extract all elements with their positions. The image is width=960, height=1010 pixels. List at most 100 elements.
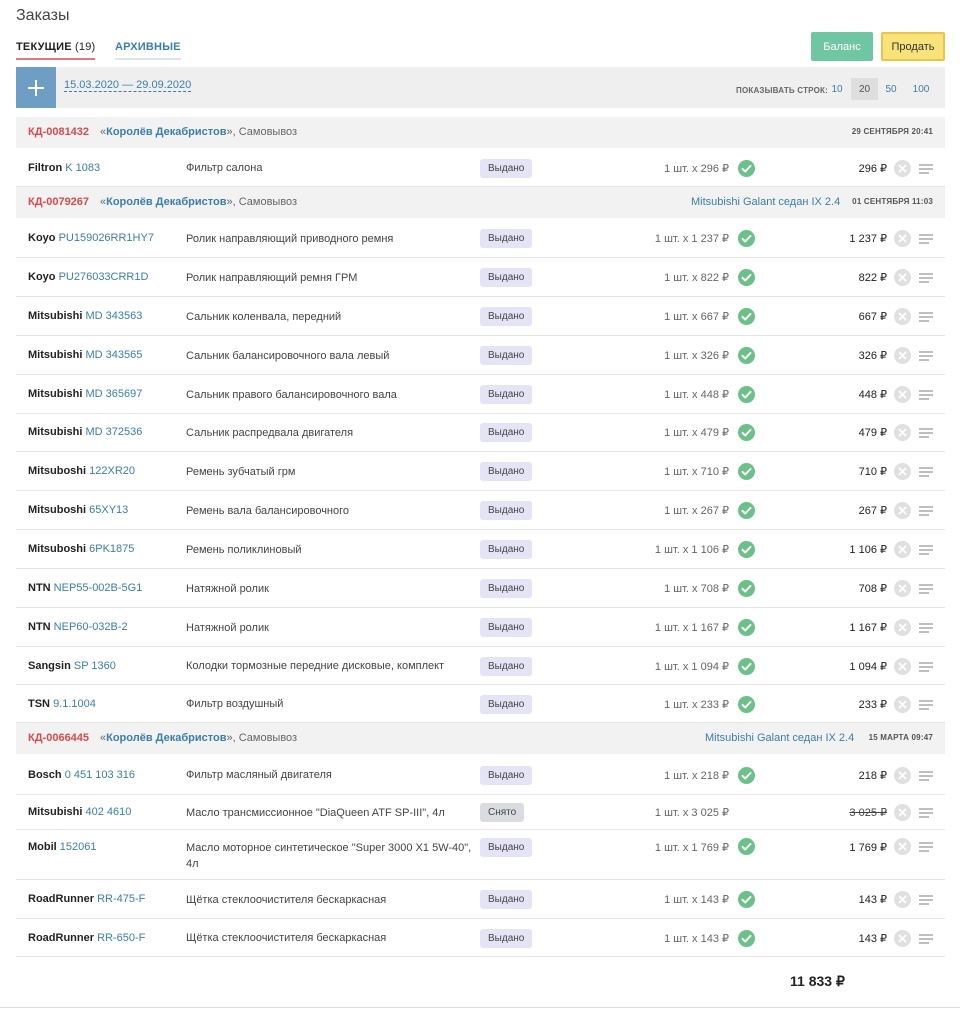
close-icon[interactable] [894,580,911,597]
article-link[interactable]: 402 4610 [85,806,131,818]
menu-icon[interactable] [919,623,933,633]
menu-icon[interactable] [919,428,933,438]
article-link[interactable]: RR-475-F [97,893,145,905]
menu-icon[interactable] [919,234,933,244]
item-price: 822 ₽ [858,272,887,284]
article-link[interactable]: 0 451 103 316 [65,769,135,781]
menu-icon[interactable] [919,545,933,555]
item-brand: RoadRunner RR-650-F [28,932,145,944]
table-row: Mobil 152061 Масло моторное синтетическое… [16,830,945,880]
sell-button[interactable]: Продать [881,32,945,61]
order-id-link[interactable]: КД-0079267 [28,196,89,208]
rows-label: ПОКАЗЫВАТЬ СТРОК: [736,86,828,95]
item-brand: Mitsubishi MD 372536 [28,426,142,438]
bottom-divider [0,1007,960,1008]
close-icon[interactable] [894,269,911,286]
close-icon[interactable] [894,838,911,855]
order-car-link[interactable]: Mitsubishi Galant седан IX 2.4 [691,196,840,208]
rows-option-20[interactable]: 20 [851,78,878,100]
close-icon[interactable] [894,502,911,519]
article-link[interactable]: 9.1.1004 [53,698,96,710]
add-order-button[interactable] [16,67,56,108]
item-brand: Mobil 152061 [28,841,97,853]
close-icon[interactable] [894,463,911,480]
rows-option-50[interactable]: 50 [880,78,902,100]
date-range-picker[interactable]: 15.03.2020 — 29.09.2020 [64,79,192,92]
status-badge: Выдано [480,657,533,676]
article-link[interactable]: MD 343563 [85,310,142,322]
check-icon [738,347,755,364]
item-quantity: 1 шт. x 143 ₽ [664,933,729,945]
close-icon[interactable] [894,658,911,675]
article-link[interactable]: K 1083 [65,162,100,174]
rows-option-100[interactable]: 100 [908,78,934,100]
check-icon [738,580,755,597]
close-icon[interactable] [894,160,911,177]
article-link[interactable]: NEP55-002B-5G1 [54,582,143,594]
status-badge: Выдано [480,423,533,442]
status-badge: Выдано [480,268,533,287]
menu-icon[interactable] [919,584,933,594]
order-shop-link[interactable]: Королёв Декабристов [106,126,226,138]
check-icon [738,930,755,947]
menu-icon[interactable] [919,390,933,400]
article-link[interactable]: 122XR20 [89,465,135,477]
menu-icon[interactable] [919,164,933,174]
rows-option-10[interactable]: 10 [826,78,848,100]
close-icon[interactable] [894,230,911,247]
menu-icon[interactable] [919,351,933,361]
close-icon[interactable] [894,541,911,558]
brand-name: Mitsuboshi [28,465,87,477]
close-icon[interactable] [894,804,911,821]
article-link[interactable]: 65XY13 [89,504,128,516]
balance-button[interactable]: Баланс [811,32,873,61]
close-icon[interactable] [894,930,911,947]
close-icon[interactable] [894,386,911,403]
menu-icon[interactable] [919,895,933,905]
tab-current[interactable]: ТЕКУЩИЕ (19) [16,41,96,60]
menu-icon[interactable] [919,700,933,710]
item-quantity: 1 шт. x 233 ₽ [664,699,729,711]
menu-icon[interactable] [919,662,933,672]
menu-icon[interactable] [919,842,933,852]
table-row: Mitsuboshi 122XR20 Ремень зубчатый грм Выд… [16,452,945,491]
close-icon[interactable] [894,424,911,441]
article-link[interactable]: MD 343565 [85,349,142,361]
item-brand: Mitsubishi MD 365697 [28,388,142,400]
menu-icon[interactable] [919,312,933,322]
order-id-link[interactable]: КД-0081432 [28,126,89,138]
item-brand: Filtron K 1083 [28,162,100,174]
order-id-link[interactable]: КД-0066445 [28,732,89,744]
article-link[interactable]: MD 372536 [85,426,142,438]
article-link[interactable]: PU276033CRR1D [59,271,149,283]
article-link[interactable]: SP 1360 [74,660,116,672]
check-icon [738,230,755,247]
close-icon[interactable] [894,891,911,908]
article-link[interactable]: 6PK1875 [89,543,134,555]
close-icon[interactable] [894,308,911,325]
menu-icon[interactable] [919,934,933,944]
article-link[interactable]: RR-650-F [97,932,145,944]
menu-icon[interactable] [919,273,933,283]
menu-icon[interactable] [919,808,933,818]
order-shop-link[interactable]: Королёв Декабристов [106,196,226,208]
article-link[interactable]: 152061 [60,841,97,853]
close-icon[interactable] [894,347,911,364]
item-quantity: 1 шт. x 1 106 ₽ [654,544,729,556]
tab-archive[interactable]: АРХИВНЫЕ [115,41,181,60]
item-description: Щётка стеклоочистителя бескаркасная [186,932,387,944]
menu-icon[interactable] [919,467,933,477]
menu-icon[interactable] [919,506,933,516]
close-icon[interactable] [894,696,911,713]
article-link[interactable]: NEP60-032B-2 [54,621,128,633]
article-link[interactable]: MD 365697 [85,388,142,400]
menu-icon[interactable] [919,771,933,781]
table-row: Koyo PU276033CRR1D Ролик направляющий рем… [16,258,945,297]
brand-name: Mitsubishi [28,806,83,818]
close-icon[interactable] [894,767,911,784]
order-shop-link[interactable]: Королёв Декабристов [106,732,226,744]
order-car-link[interactable]: Mitsubishi Galant седан IX 2.4 [705,732,854,744]
close-icon[interactable] [894,619,911,636]
table-row: TSN 9.1.1004 Фильтр воздушный Выдано 1 шт. … [16,685,945,723]
article-link[interactable]: PU159026RR1HY7 [59,232,154,244]
